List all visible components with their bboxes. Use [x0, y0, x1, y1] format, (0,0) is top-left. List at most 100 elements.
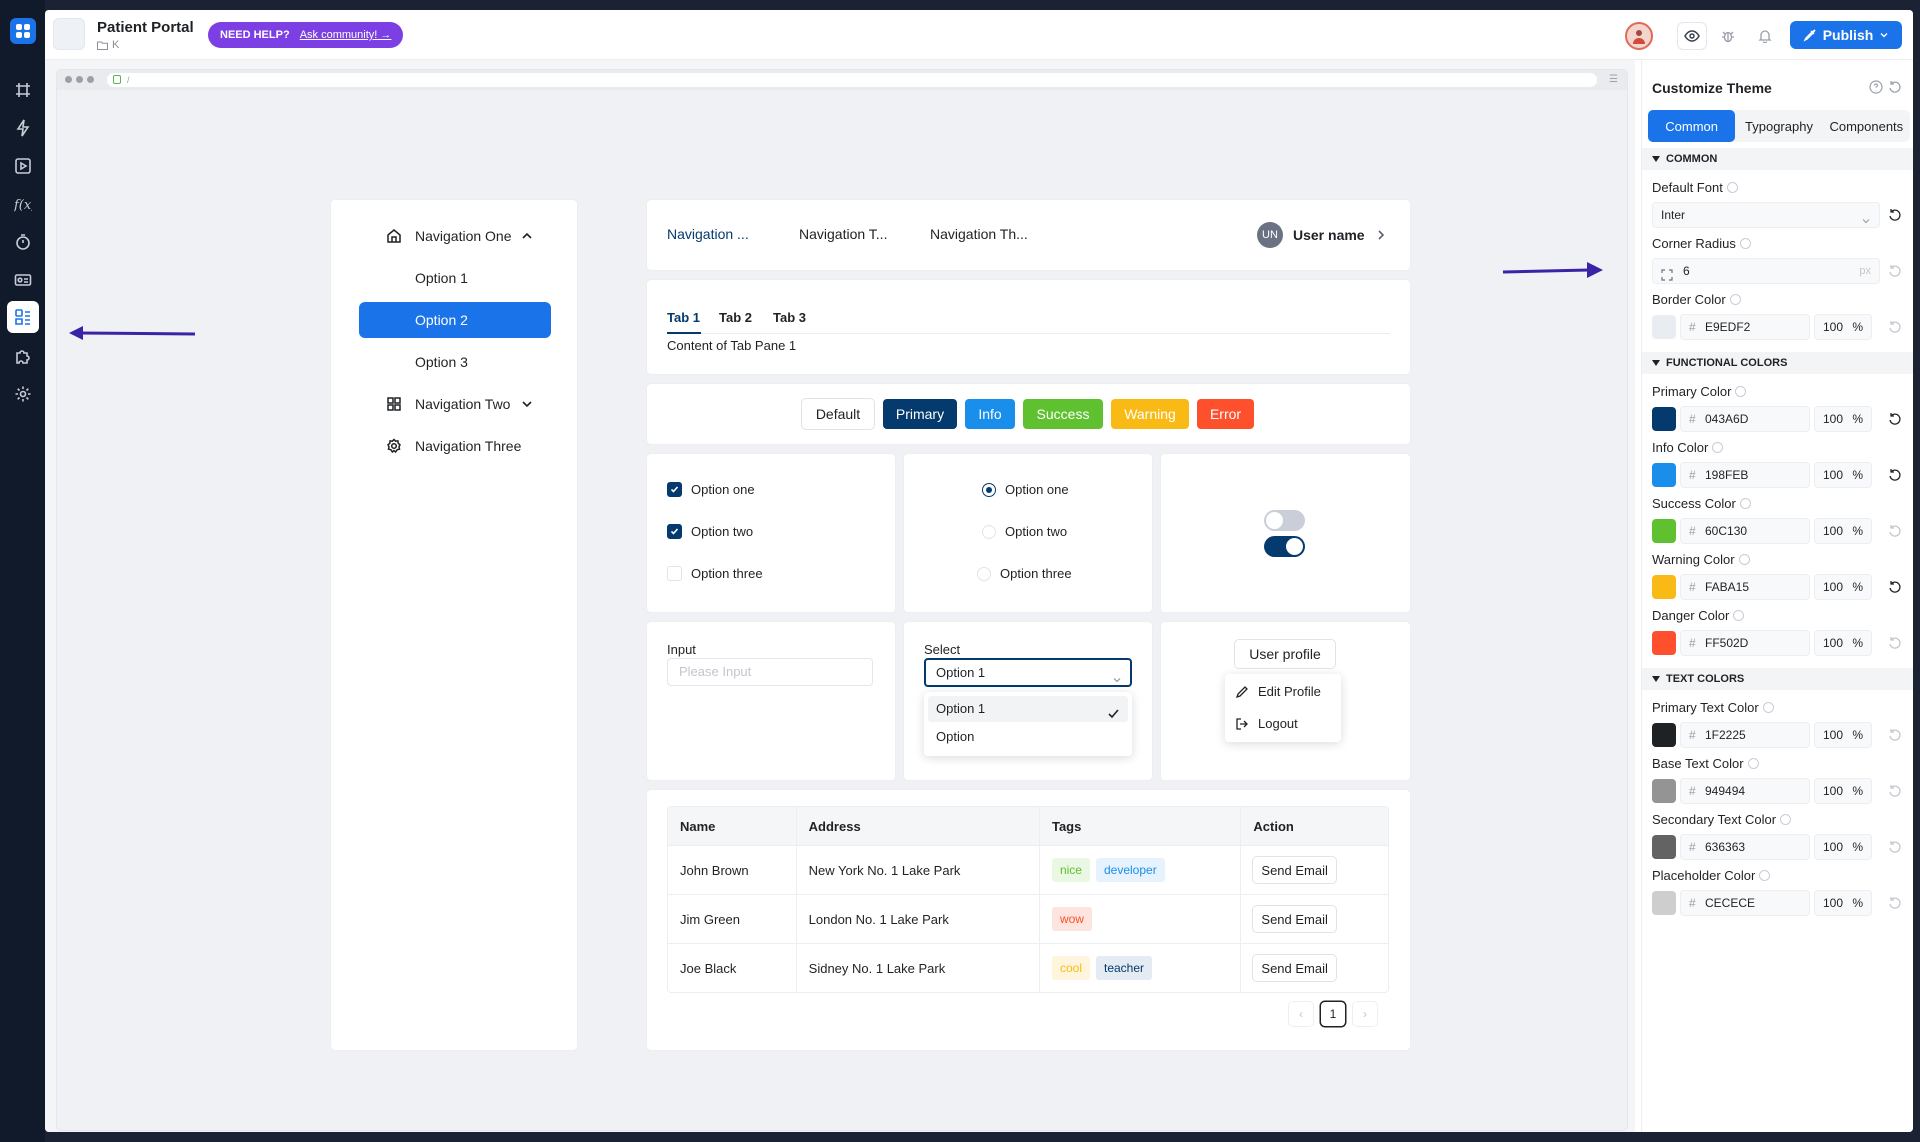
section-common[interactable]: COMMON [1642, 148, 1913, 170]
reset-icon[interactable] [1888, 412, 1902, 426]
color-swatch[interactable] [1652, 835, 1676, 859]
reset-icon[interactable] [1888, 264, 1902, 278]
select-input[interactable]: Option 1 [924, 658, 1132, 687]
opacity-input[interactable]: 100% [1814, 574, 1872, 600]
puzzle-icon[interactable] [10, 343, 36, 369]
frame-icon[interactable] [10, 77, 36, 103]
checkbox-option-three[interactable]: Option three [667, 566, 763, 581]
chevron-right-icon[interactable] [1375, 228, 1387, 240]
user-initials-avatar[interactable]: UN [1257, 222, 1283, 248]
debug-button[interactable] [1713, 22, 1743, 50]
reset-icon[interactable] [1888, 468, 1902, 482]
select-option-1[interactable]: Option 1 [928, 696, 1128, 722]
radio-unselected[interactable] [982, 524, 996, 539]
color-swatch[interactable] [1652, 631, 1676, 655]
lightning-icon[interactable] [10, 115, 36, 141]
notifications-button[interactable] [1750, 22, 1780, 50]
page-number[interactable]: 1 [1321, 1002, 1345, 1026]
app-thumbnail[interactable] [53, 18, 85, 50]
reset-icon[interactable] [1888, 80, 1902, 94]
menu-item-option-2[interactable]: Option 2 [359, 302, 551, 338]
color-swatch[interactable] [1652, 407, 1676, 431]
warning-button[interactable]: Warning [1111, 399, 1189, 429]
opacity-input[interactable]: 100% [1814, 890, 1872, 916]
nav-link-1[interactable]: Navigation ... [667, 226, 749, 242]
hex-input[interactable]: # E9EDF2 [1680, 314, 1810, 340]
tab-1[interactable]: Tab 1 [667, 310, 700, 325]
reset-icon[interactable] [1888, 896, 1902, 910]
hex-input[interactable]: #60C130 [1680, 518, 1810, 544]
play-icon[interactable] [10, 153, 36, 179]
user-name[interactable]: User name [1293, 227, 1365, 243]
menu-item-navigation-one[interactable]: Navigation One [359, 218, 551, 254]
opacity-input[interactable]: 100% [1814, 630, 1872, 656]
hamburger-icon[interactable]: ☰ [1609, 75, 1619, 85]
tab-2[interactable]: Tab 2 [719, 310, 752, 325]
settings-icon[interactable] [10, 381, 36, 407]
checkbox-checked[interactable] [667, 524, 682, 539]
checkbox-option-two[interactable]: Option two [667, 524, 753, 539]
menu-item-navigation-two[interactable]: Navigation Two [359, 386, 551, 422]
nav-link-3[interactable]: Navigation Th... [930, 226, 1028, 242]
hex-input[interactable]: # CECECE [1680, 890, 1810, 916]
send-email-button[interactable]: Send Email [1253, 906, 1335, 932]
tab-typography[interactable]: Typography [1735, 110, 1822, 142]
function-icon[interactable]: f(x) [10, 191, 36, 217]
radio-option-one[interactable]: Option one [982, 482, 1069, 497]
radio-selected[interactable] [982, 482, 996, 497]
edit-profile-item[interactable]: Edit Profile [1235, 684, 1321, 699]
menu-item-option-3[interactable]: Option 3 [359, 344, 551, 380]
reset-icon[interactable] [1888, 636, 1902, 650]
hex-input[interactable]: # FABA15 [1680, 574, 1810, 600]
checkbox-unchecked[interactable] [667, 566, 682, 581]
opacity-input[interactable]: 100% [1814, 778, 1872, 804]
user-avatar[interactable] [1625, 22, 1653, 50]
nav-link-2[interactable]: Navigation T... [799, 226, 887, 242]
color-swatch[interactable] [1652, 779, 1676, 803]
tab-common[interactable]: Common [1648, 110, 1736, 142]
corner-radius-input[interactable]: 6 px [1652, 258, 1880, 284]
help-pill[interactable]: NEED HELP? Ask community! → [208, 22, 404, 48]
color-swatch[interactable] [1652, 315, 1676, 339]
send-email-button[interactable]: Send Email [1253, 857, 1335, 883]
reset-icon[interactable] [1888, 840, 1902, 854]
hex-input[interactable]: #1F2225 [1680, 722, 1810, 748]
opacity-input[interactable]: 100% [1814, 314, 1872, 340]
default-button[interactable]: Default [802, 399, 874, 429]
opacity-input[interactable]: 100% [1814, 462, 1872, 488]
select-option-2[interactable]: Option [928, 724, 1128, 750]
tab-components[interactable]: Components [1823, 110, 1910, 142]
app-folder[interactable]: K [97, 39, 119, 51]
radio-option-three[interactable]: Option three [977, 566, 1072, 581]
checkbox-option-one[interactable]: Option one [667, 482, 755, 497]
menu-item-option-1[interactable]: Option 1 [359, 260, 551, 296]
reset-icon[interactable] [1888, 728, 1902, 742]
reset-icon[interactable] [1888, 580, 1902, 594]
success-button[interactable]: Success [1023, 399, 1103, 429]
switch-on[interactable] [1264, 536, 1305, 557]
user-profile-button[interactable]: User profile [1235, 640, 1335, 668]
section-text-colors[interactable]: TEXT COLORS [1642, 668, 1913, 690]
send-email-button[interactable]: Send Email [1253, 955, 1335, 981]
error-button[interactable]: Error [1197, 399, 1254, 429]
checkbox-checked[interactable] [667, 482, 682, 497]
publish-button[interactable]: Publish [1790, 21, 1902, 49]
reset-icon[interactable] [1888, 320, 1902, 334]
color-swatch[interactable] [1652, 519, 1676, 543]
reset-icon[interactable] [1888, 784, 1902, 798]
hex-input[interactable]: #043A6D [1680, 406, 1810, 432]
opacity-input[interactable]: 100% [1814, 834, 1872, 860]
next-page-icon[interactable]: › [1353, 1002, 1377, 1026]
info-button[interactable]: Info [965, 399, 1015, 429]
reset-icon[interactable] [1888, 524, 1902, 538]
logout-item[interactable]: Logout [1235, 716, 1298, 731]
components-icon[interactable] [7, 301, 39, 333]
switch-off[interactable] [1264, 510, 1305, 531]
color-swatch[interactable] [1652, 891, 1676, 915]
menu-item-navigation-three[interactable]: Navigation Three [359, 428, 551, 464]
opacity-input[interactable]: 100% [1814, 518, 1872, 544]
radio-option-two[interactable]: Option two [982, 524, 1067, 539]
timer-icon[interactable] [10, 229, 36, 255]
ask-community-link[interactable]: Ask community! → [300, 29, 392, 41]
tab-3[interactable]: Tab 3 [773, 310, 806, 325]
